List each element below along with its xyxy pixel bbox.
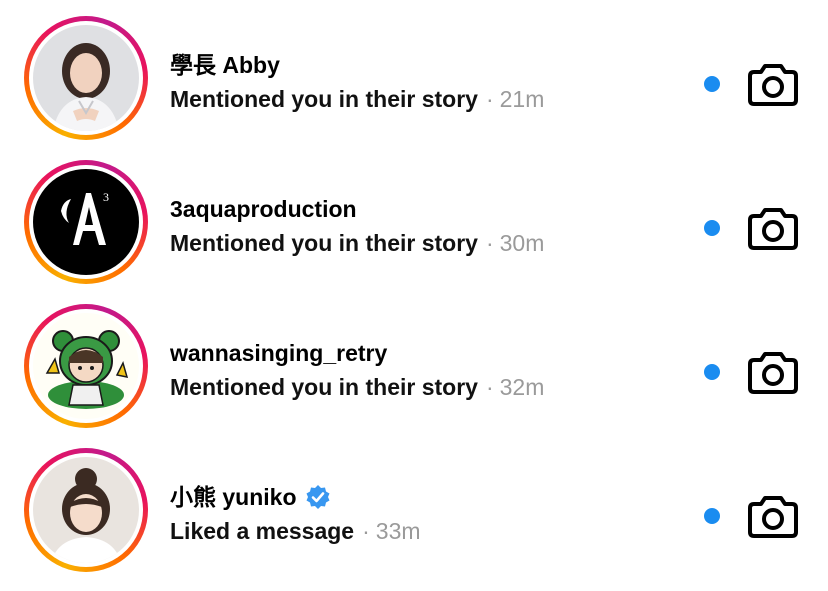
separator: · xyxy=(485,374,494,400)
activity-text: Mentioned you in their story xyxy=(170,230,478,256)
story-ring[interactable] xyxy=(24,16,148,140)
camera-reply-button[interactable] xyxy=(748,492,798,540)
unread-dot xyxy=(704,508,720,524)
story-ring[interactable] xyxy=(24,304,148,428)
username: 小熊 yuniko xyxy=(170,482,670,512)
username-text[interactable]: 小熊 yuniko xyxy=(170,482,297,512)
avatar-photo-icon xyxy=(33,457,139,563)
activity-line: Mentioned you in their story · 32m xyxy=(170,372,670,402)
notification-row[interactable]: 小熊 yuniko Liked a message · 33m xyxy=(0,444,828,588)
story-ring[interactable] xyxy=(24,448,148,572)
story-ring[interactable]: 3 xyxy=(24,160,148,284)
timestamp: 30m xyxy=(499,230,545,256)
notification-list: 學長 Abby Mentioned you in their story · 21m xyxy=(0,0,828,591)
separator: · xyxy=(485,86,494,112)
3aqua-logo-icon: 3 xyxy=(33,169,139,275)
unread-dot xyxy=(704,220,720,236)
notification-row[interactable]: 3 3aquaproduction Mentioned you in their… xyxy=(0,156,828,300)
avatar xyxy=(33,457,139,563)
activity-text: Mentioned you in their story xyxy=(170,86,478,112)
separator: · xyxy=(485,230,494,256)
timestamp: 32m xyxy=(499,374,545,400)
username[interactable]: 學長 Abby xyxy=(170,50,670,80)
svg-text:3: 3 xyxy=(103,190,109,204)
avatar: 3 xyxy=(33,169,139,275)
frog-illustration-icon xyxy=(33,313,139,419)
camera-reply-button[interactable] xyxy=(748,60,798,108)
timestamp: 21m xyxy=(499,86,545,112)
activity-line: Mentioned you in their story · 21m xyxy=(170,84,670,114)
notification-row[interactable]: wannasinging_retry Mentioned you in thei… xyxy=(0,300,828,444)
activity-text: Liked a message xyxy=(170,518,355,544)
timestamp: 33m xyxy=(375,518,421,544)
unread-dot xyxy=(704,364,720,380)
separator: · xyxy=(362,518,370,544)
camera-reply-button[interactable] xyxy=(748,348,798,396)
activity-text: Mentioned you in their story xyxy=(170,374,478,400)
camera-icon xyxy=(748,496,798,538)
activity-line: Liked a message · 33m xyxy=(170,516,670,546)
camera-icon xyxy=(748,64,798,106)
avatar-photo-icon xyxy=(33,25,139,131)
camera-icon xyxy=(748,352,798,394)
unread-dot xyxy=(704,76,720,92)
camera-reply-button[interactable] xyxy=(748,204,798,252)
notification-row[interactable]: 學長 Abby Mentioned you in their story · 21m xyxy=(0,12,828,156)
verified-badge-icon xyxy=(306,485,330,509)
activity-line: Mentioned you in their story · 30m xyxy=(170,228,670,258)
avatar xyxy=(33,25,139,131)
username[interactable]: 3aquaproduction xyxy=(170,194,670,224)
username[interactable]: wannasinging_retry xyxy=(170,338,670,368)
avatar xyxy=(33,313,139,419)
camera-icon xyxy=(748,208,798,250)
